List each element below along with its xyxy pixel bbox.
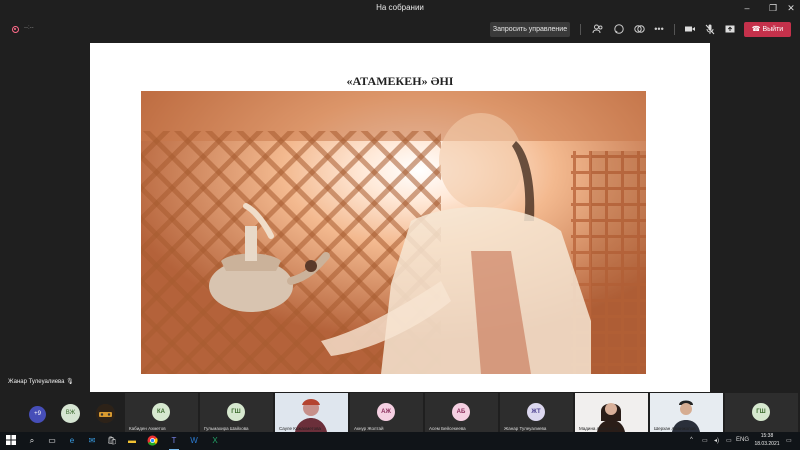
leave-button[interactable]: ☎ Выйти xyxy=(744,22,791,37)
leave-label: Выйти xyxy=(762,26,784,33)
search-icon[interactable]: ⌕ xyxy=(26,435,38,447)
volume-icon[interactable]: ◂) xyxy=(714,437,719,444)
word-icon[interactable]: W xyxy=(188,435,200,447)
avatar: КА xyxy=(152,403,170,421)
participant-name: Асем Бейсекеева xyxy=(429,426,466,431)
title-bar: На собрании – ❐ ✕ xyxy=(0,0,800,18)
toolbar-divider xyxy=(674,24,675,35)
mail-icon[interactable]: ✉ xyxy=(86,435,98,447)
camera-icon[interactable] xyxy=(683,23,697,36)
language-indicator[interactable]: ENG xyxy=(736,437,749,443)
task-view-icon[interactable]: ▭ xyxy=(46,435,58,447)
tray-chevron-icon[interactable]: ^ xyxy=(690,437,693,443)
windows-start-icon[interactable] xyxy=(5,435,17,447)
shared-content-stage: «АТАМЕКЕН» ӘНІ Жанар Тулеуалиева 🎙 xyxy=(0,42,800,393)
participant-tile[interactable]: АЖ Акнур Жолтай xyxy=(350,393,423,432)
meeting-toolbar: --:-- Запросить управление ••• ☎ Выйти xyxy=(0,18,800,42)
battery-icon[interactable]: ▭ xyxy=(726,437,732,444)
slide-title: «АТАМЕКЕН» ӘНІ xyxy=(346,74,454,88)
toolbar-divider xyxy=(580,24,581,35)
participant-name: Кабиден Ахметов xyxy=(129,426,166,431)
speaker-name: Жанар Тулеуалиева xyxy=(8,379,65,385)
mic-icon: 🎙 xyxy=(66,379,74,385)
recording-icon xyxy=(12,26,19,33)
clock-time: 15:38 xyxy=(760,433,774,439)
request-control-button[interactable]: Запросить управление xyxy=(490,22,570,37)
participant-name: Акнур Жолтай xyxy=(354,426,384,431)
participant-tile[interactable]: Сауле Кожахметова xyxy=(275,393,348,432)
more-icon[interactable]: ••• xyxy=(652,23,666,36)
share-icon[interactable] xyxy=(723,23,737,36)
participant-tile[interactable]: ГШ xyxy=(725,393,798,432)
windows-taskbar: ⌕ ▭ e ✉ 🛍 ▬ T W X ^ ▭ ◂) ▭ ENG 15:38 18.… xyxy=(0,432,800,450)
participants-icon[interactable] xyxy=(591,23,605,36)
file-explorer-icon[interactable]: ▬ xyxy=(126,435,138,447)
participant-name: Шерхан Аманжолов xyxy=(654,426,696,431)
avatar: ЖТ xyxy=(527,403,545,421)
network-icon[interactable]: ▭ xyxy=(702,437,708,444)
participant-tile[interactable]: АБ Асем Бейсекеева xyxy=(425,393,498,432)
close-icon[interactable]: ✕ xyxy=(784,2,798,14)
clock-date: 18.03.2021 xyxy=(754,440,780,447)
teams-icon[interactable]: T xyxy=(168,435,180,450)
participant-name: Сауле Кожахметова xyxy=(279,426,321,431)
participant-tile[interactable]: ГШ Гульмахира Шайхова xyxy=(200,393,273,432)
mic-off-icon[interactable] xyxy=(703,23,717,36)
store-icon[interactable]: 🛍 xyxy=(106,435,118,447)
participant-tile[interactable]: Шерхан Аманжолов xyxy=(650,393,723,432)
participants-strip: +9 ВЖ КА Кабиден Ахметов ГШ Гульмахира Ш… xyxy=(0,392,800,432)
avatar: АБ xyxy=(452,403,470,421)
slide-photo xyxy=(141,91,646,374)
active-speaker-label: Жанар Тулеуалиева 🎙 xyxy=(8,378,74,385)
avatar[interactable] xyxy=(96,404,115,423)
presentation-slide: «АТАМЕКЕН» ӘНІ xyxy=(90,43,710,393)
participant-tile[interactable]: Мадина Аманкелді xyxy=(575,393,648,432)
meeting-timer: --:-- xyxy=(24,25,34,31)
more-participants-button[interactable]: +9 xyxy=(29,406,46,423)
avatar: АЖ xyxy=(377,403,395,421)
participant-tile[interactable]: ЖТ Жанар Тулеуалиева xyxy=(500,393,573,432)
participant-tile[interactable]: КА Кабиден Ахметов xyxy=(125,393,198,432)
notifications-icon[interactable]: ▭ xyxy=(786,437,792,444)
avatar: ГШ xyxy=(227,403,245,421)
maximize-icon[interactable]: ❐ xyxy=(766,2,780,14)
avatar: ГШ xyxy=(752,403,770,421)
avatar[interactable]: ВЖ xyxy=(61,404,80,423)
participant-name: Жанар Тулеуалиева xyxy=(504,426,547,431)
chat-icon[interactable] xyxy=(612,23,626,36)
chrome-icon[interactable] xyxy=(146,435,158,447)
taskbar-clock[interactable]: 15:38 18.03.2021 xyxy=(752,433,782,448)
edge-icon[interactable]: e xyxy=(66,435,78,447)
phone-hangup-icon: ☎ xyxy=(751,26,761,33)
excel-icon[interactable]: X xyxy=(209,435,221,447)
window-title: На собрании xyxy=(376,3,424,12)
reactions-icon[interactable] xyxy=(632,23,646,36)
participant-name: Мадина Аманкелді xyxy=(579,426,619,431)
minimize-icon[interactable]: – xyxy=(740,2,754,14)
participant-name: Гульмахира Шайхова xyxy=(204,426,249,431)
